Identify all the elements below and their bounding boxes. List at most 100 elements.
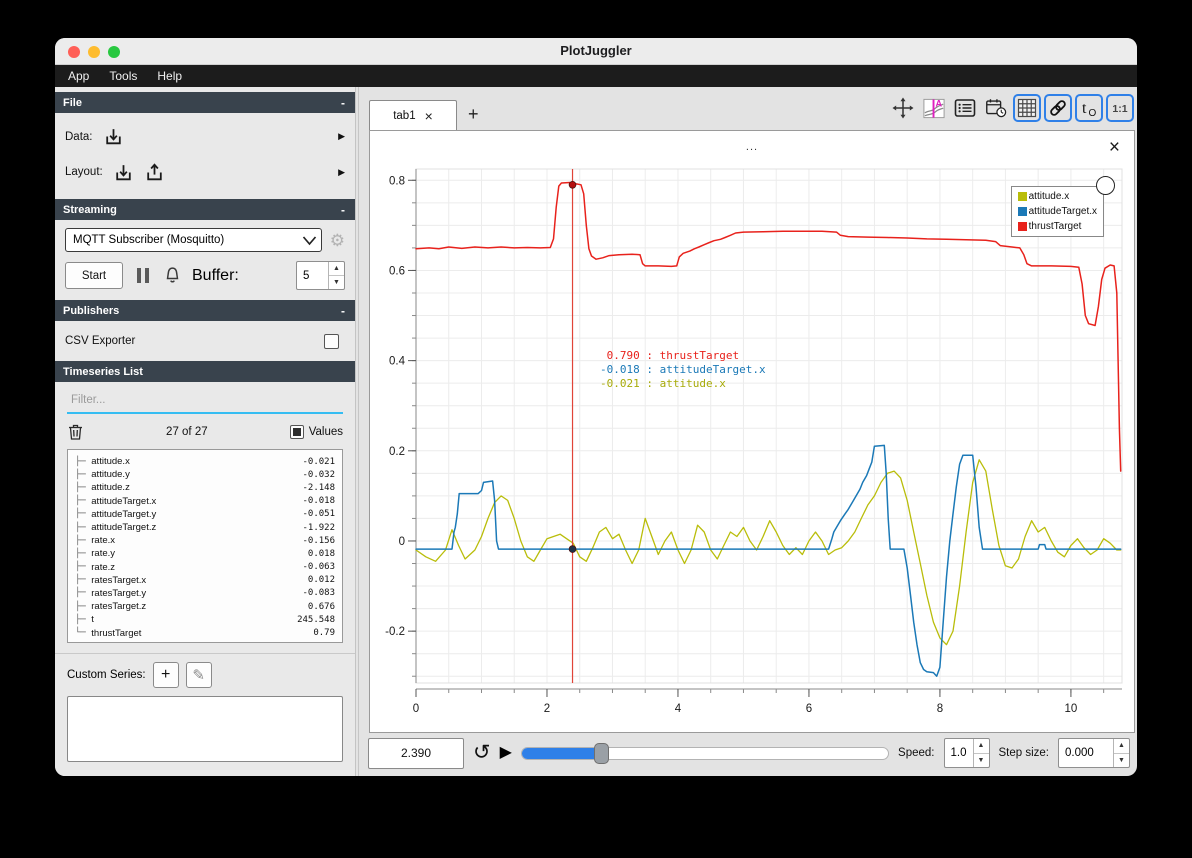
series-value: 0.018 (307, 548, 335, 559)
legend-corner-circle[interactable] (1096, 176, 1115, 195)
csv-exporter-label: CSV Exporter (65, 335, 136, 347)
series-name: attitudeTarget.x (91, 495, 157, 507)
timeseries-row[interactable]: ├─ ratesTarget.y -0.083 (75, 587, 335, 600)
step-size-spinbox[interactable]: 0.000 ▲ ▼ (1058, 738, 1130, 768)
series-name: attitude.y (91, 469, 130, 481)
close-window-button[interactable] (68, 46, 80, 58)
menu-app[interactable]: App (58, 65, 99, 87)
play-button[interactable]: ▶ (500, 745, 512, 761)
svg-text:2: 2 (544, 703, 550, 715)
step-up-icon[interactable]: ▲ (1114, 739, 1129, 754)
series-value: -0.063 (302, 562, 335, 573)
svg-text:-0.2: -0.2 (385, 626, 405, 638)
pencil-icon: ✎ (192, 667, 205, 684)
tree-branch-icon: ├─ (75, 456, 92, 467)
timeseries-row[interactable]: ├─ ratesTarget.x 0.012 (75, 574, 335, 587)
speed-down-icon[interactable]: ▼ (974, 754, 989, 768)
timeseries-row[interactable]: ├─ rate.z -0.063 (75, 561, 335, 574)
svg-text:0: 0 (399, 536, 405, 548)
loop-icon[interactable]: ↺ (473, 742, 491, 763)
legend-item-attitudeTarget.x[interactable]: attitudeTarget.x (1017, 206, 1097, 217)
series-value: -0.083 (302, 588, 335, 599)
timeseries-row[interactable]: ├─ ratesTarget.z 0.676 (75, 600, 335, 613)
ratio-1to1-icon[interactable]: 1:1 (1106, 94, 1134, 122)
splitter-handle[interactable] (358, 87, 359, 776)
timeseries-row[interactable]: ├─ attitude.x -0.021 (75, 455, 335, 468)
timeseries-row[interactable]: ├─ attitude.z -2.148 (75, 481, 335, 494)
tab-tab1[interactable]: tab1 × (369, 100, 457, 130)
pause-icon[interactable] (137, 268, 149, 283)
values-checkbox[interactable] (289, 425, 304, 439)
series-value: 0.012 (307, 575, 335, 586)
timeseries-row[interactable]: ├─ attitudeTarget.y -0.051 (75, 508, 335, 521)
timeseries-row[interactable]: └─ thrustTarget 0.79 (75, 626, 335, 639)
layout-menu-expander-icon[interactable]: ▶ (338, 167, 345, 178)
series-value: -0.018 (302, 496, 335, 507)
collapse-icon[interactable]: - (341, 304, 345, 318)
speed-up-icon[interactable]: ▲ (973, 739, 989, 754)
plotjuggler-window: PlotJuggler App Tools Help File - Data: ▶ … (55, 38, 1137, 776)
time-value-box[interactable]: 2.390 (368, 737, 464, 769)
tree-branch-icon: ├─ (75, 535, 92, 546)
new-tab-button[interactable]: + (468, 104, 479, 125)
save-layout-icon[interactable] (144, 162, 165, 183)
series-value: 0.79 (313, 628, 335, 639)
gear-icon[interactable]: ⚙ (330, 232, 345, 249)
collapse-icon[interactable]: - (341, 203, 345, 217)
step-down-icon[interactable]: ▼ (1114, 754, 1129, 768)
plot-close-button[interactable]: × (1109, 138, 1120, 157)
legend-item-attitude.x[interactable]: attitude.x (1017, 191, 1097, 202)
slider-handle[interactable] (594, 742, 610, 764)
streaming-source-select[interactable]: MQTT Subscriber (Mosquitto) (65, 228, 322, 252)
plot-widget[interactable]: ... × 0.8 0.6 0.4 0.2 0 -0.2 0 2 4 6 8 10 attitude.… (369, 130, 1135, 733)
minimize-window-button[interactable] (88, 46, 100, 58)
buffer-spinbox[interactable]: 5 ▲ ▼ (296, 261, 345, 290)
section-header-file[interactable]: File - (55, 92, 355, 113)
pan-zoom-icon[interactable] (889, 94, 917, 122)
start-streaming-button[interactable]: Start (65, 262, 123, 289)
zoom-window-button[interactable] (108, 46, 120, 58)
load-data-icon[interactable] (103, 126, 124, 147)
plot-legend[interactable]: attitude.x attitudeTarget.x thrustTarget (1010, 186, 1104, 237)
series-name: attitude.z (91, 482, 130, 494)
time-offset-icon[interactable]: tO (1075, 94, 1103, 122)
add-custom-series-button[interactable]: + (152, 662, 179, 688)
menu-tools[interactable]: Tools (99, 65, 147, 87)
legend-item-thrustTarget[interactable]: thrustTarget (1017, 221, 1097, 232)
section-header-streaming[interactable]: Streaming - (55, 199, 355, 220)
grid-icon[interactable] (1013, 94, 1041, 122)
filter-input[interactable] (67, 390, 343, 414)
timeseries-row[interactable]: ├─ attitude.y -0.032 (75, 468, 335, 481)
custom-series-list[interactable] (67, 696, 343, 762)
trash-icon[interactable] (67, 423, 84, 441)
csv-exporter-checkbox[interactable] (324, 333, 339, 349)
link-xaxis-icon[interactable] (1044, 94, 1072, 122)
tab-close-icon[interactable]: × (425, 109, 433, 123)
load-layout-icon[interactable] (113, 162, 134, 183)
buffer-up-icon[interactable]: ▲ (329, 262, 344, 276)
tracker-line: -0.021 : attitude.x (600, 377, 726, 390)
data-menu-expander-icon[interactable]: ▶ (338, 131, 345, 142)
legend-list-icon[interactable] (951, 94, 979, 122)
datetime-scale-icon[interactable] (982, 94, 1010, 122)
time-slider[interactable] (520, 742, 890, 764)
curve-tracker-icon[interactable]: A (920, 94, 948, 122)
timeseries-row[interactable]: ├─ attitudeTarget.x -0.018 (75, 495, 335, 508)
timeseries-row[interactable]: ├─ attitudeTarget.z -1.922 (75, 521, 335, 534)
timeseries-row[interactable]: ├─ t 245.548 (75, 613, 335, 626)
tracker-line: 0.790 : thrustTarget (600, 349, 740, 362)
collapse-icon[interactable]: - (341, 96, 345, 110)
plot-canvas[interactable]: 0.8 0.6 0.4 0.2 0 -0.2 0 2 4 6 8 10 (372, 165, 1132, 729)
notifications-bell-icon[interactable] (163, 266, 182, 285)
series-value: -1.922 (302, 522, 335, 533)
speed-spinbox[interactable]: 1.0 ▲ ▼ (943, 738, 990, 768)
buffer-down-icon[interactable]: ▼ (329, 276, 344, 289)
timeseries-row[interactable]: ├─ rate.y 0.018 (75, 547, 335, 560)
chevron-down-icon (302, 235, 316, 245)
menu-help[interactable]: Help (147, 65, 192, 87)
section-header-timeseries[interactable]: Timeseries List (55, 361, 355, 382)
section-header-publishers[interactable]: Publishers - (55, 300, 355, 321)
edit-custom-series-button[interactable]: ✎ (185, 662, 212, 688)
series-name: t (91, 614, 94, 626)
timeseries-row[interactable]: ├─ rate.x -0.156 (75, 534, 335, 547)
